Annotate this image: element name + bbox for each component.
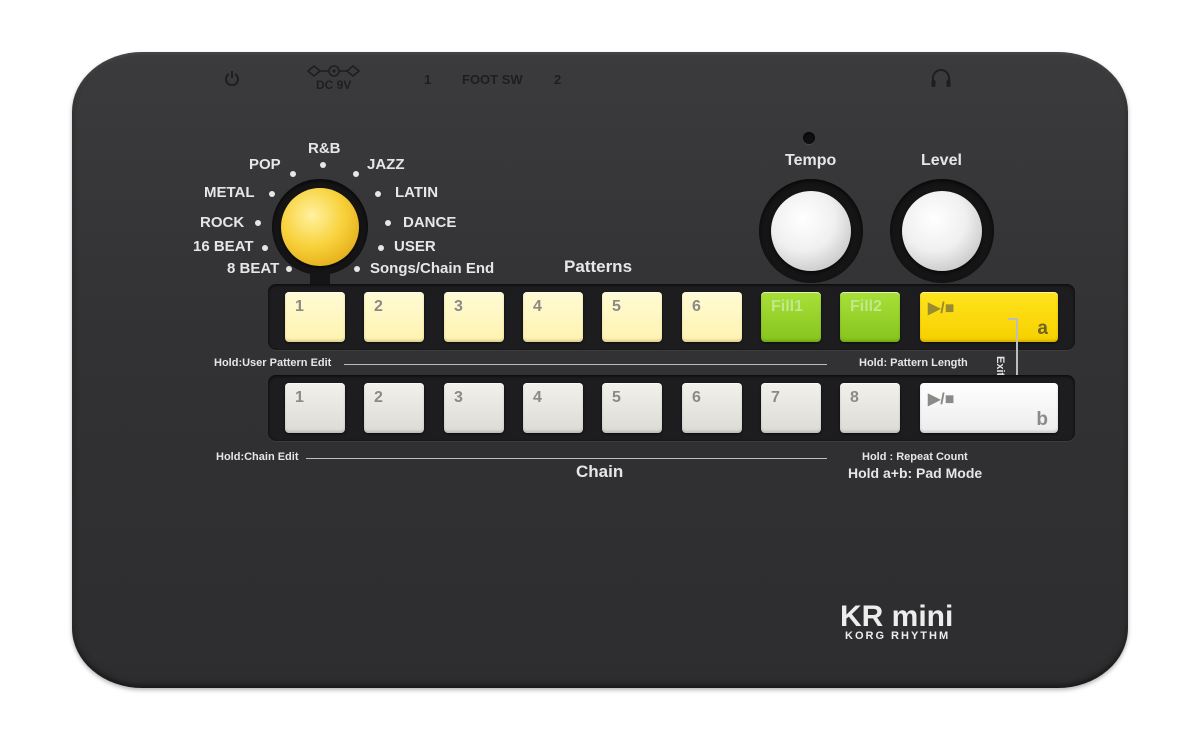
genre-metal-label: METAL bbox=[204, 184, 255, 201]
hold-user-pattern-edit: Hold:User Pattern Edit bbox=[214, 357, 332, 369]
patterns-hint-line bbox=[344, 364, 827, 365]
play-stop-a-button[interactable]: ▶/■ a bbox=[920, 292, 1058, 342]
pad-number: 6 bbox=[692, 389, 701, 406]
genre-selector-knob[interactable] bbox=[281, 188, 359, 266]
chain-row: 1 2 3 4 5 6 7 8 ▶/■ b bbox=[268, 375, 1075, 441]
power-icon bbox=[224, 70, 240, 87]
genre-8beat-label: 8 BEAT bbox=[227, 260, 280, 277]
genre-jazz-label: JAZZ bbox=[367, 156, 405, 173]
pad-letter-a: a bbox=[1037, 318, 1048, 339]
hold-pattern-length: Hold: Pattern Length bbox=[859, 357, 968, 369]
patterns-row: 1 2 3 4 5 6 Fill1 Fill2 ▶/■ a bbox=[268, 284, 1075, 350]
kr-mini-device: DC 9V 1 FOOT SW 2 R&B POP JAZZ METAL LAT… bbox=[72, 52, 1128, 688]
genre-metal-led bbox=[269, 191, 275, 197]
foot-sw-label: FOOT SW bbox=[462, 72, 523, 87]
dc-label: DC 9V bbox=[316, 78, 352, 92]
chain-pad-3[interactable]: 3 bbox=[444, 383, 504, 433]
foot-sw-2-label: 2 bbox=[554, 72, 562, 87]
kr-mini-logo: KR mini bbox=[840, 600, 954, 633]
genre-dance-label: DANCE bbox=[403, 214, 457, 231]
genre-jazz-led bbox=[353, 171, 359, 177]
chain-hint-line bbox=[306, 458, 827, 459]
exit-label: Exit bbox=[994, 356, 1006, 377]
headphone-icon bbox=[930, 68, 952, 88]
korg-rhythm-logo: KORG RHYTHM bbox=[845, 630, 951, 642]
pad-number: 7 bbox=[771, 389, 780, 406]
chain-pad-5[interactable]: 5 bbox=[602, 383, 662, 433]
hold-chain-edit: Hold:Chain Edit bbox=[216, 451, 299, 463]
genre-songs-label: Songs/Chain End bbox=[370, 260, 495, 277]
chain-pad-4[interactable]: 4 bbox=[523, 383, 583, 433]
pad-number: 3 bbox=[454, 389, 463, 406]
pad-number: 2 bbox=[374, 389, 383, 406]
level-knob[interactable] bbox=[902, 191, 982, 271]
genre-8beat-led bbox=[286, 266, 292, 272]
chain-pad-8[interactable]: 8 bbox=[840, 383, 900, 433]
pad-number: 8 bbox=[850, 389, 859, 406]
genre-latin-led bbox=[375, 191, 381, 197]
fill2-pad[interactable]: Fill2 bbox=[840, 292, 900, 342]
genre-dance-led bbox=[385, 220, 391, 226]
pad-number: 3 bbox=[454, 298, 463, 315]
pad-number: 4 bbox=[533, 389, 542, 406]
chain-pad-6[interactable]: 6 bbox=[682, 383, 742, 433]
genre-rb-label: R&B bbox=[308, 140, 341, 157]
pad-number: 2 bbox=[374, 298, 383, 315]
pad-label: Fill2 bbox=[850, 298, 883, 315]
genre-pop-label: POP bbox=[249, 156, 281, 173]
play-stop-b-button[interactable]: ▶/■ b bbox=[920, 383, 1058, 433]
tempo-led bbox=[803, 132, 815, 144]
play-stop-icon: ▶/■ bbox=[928, 391, 955, 408]
genre-pop-led bbox=[290, 171, 296, 177]
pad-label: Fill1 bbox=[771, 298, 804, 315]
pad-letter-b: b bbox=[1036, 409, 1048, 430]
dc-polarity-icon bbox=[306, 64, 362, 78]
genre-user-label: USER bbox=[394, 238, 436, 255]
chain-title: Chain bbox=[576, 462, 624, 481]
tempo-label: Tempo bbox=[785, 152, 837, 169]
chain-pad-2[interactable]: 2 bbox=[364, 383, 424, 433]
pad-number: 1 bbox=[295, 298, 304, 315]
chain-pad-1[interactable]: 1 bbox=[285, 383, 345, 433]
pad-number: 6 bbox=[692, 298, 701, 315]
pattern-pad-2[interactable]: 2 bbox=[364, 292, 424, 342]
genre-latin-label: LATIN bbox=[395, 184, 439, 201]
genre-rb-led bbox=[320, 162, 326, 168]
fill1-pad[interactable]: Fill1 bbox=[761, 292, 821, 342]
pattern-pad-5[interactable]: 5 bbox=[602, 292, 662, 342]
genre-user-led bbox=[378, 245, 384, 251]
hold-ab-pad-mode: Hold a+b: Pad Mode bbox=[848, 465, 983, 481]
pad-number: 5 bbox=[612, 298, 621, 315]
foot-sw-1-label: 1 bbox=[424, 72, 432, 87]
pattern-pad-4[interactable]: 4 bbox=[523, 292, 583, 342]
genre-rock-label: ROCK bbox=[200, 214, 245, 231]
pad-number: 1 bbox=[295, 389, 304, 406]
genre-songs-led bbox=[354, 266, 360, 272]
pad-number: 4 bbox=[533, 298, 542, 315]
pattern-pad-6[interactable]: 6 bbox=[682, 292, 742, 342]
pattern-pad-3[interactable]: 3 bbox=[444, 292, 504, 342]
tempo-knob[interactable] bbox=[771, 191, 851, 271]
hold-repeat-count: Hold : Repeat Count bbox=[862, 451, 968, 463]
pattern-pad-1[interactable]: 1 bbox=[285, 292, 345, 342]
chain-pad-7[interactable]: 7 bbox=[761, 383, 821, 433]
level-label: Level bbox=[921, 152, 962, 169]
genre-rock-led bbox=[255, 220, 261, 226]
play-stop-icon: ▶/■ bbox=[928, 300, 955, 317]
genre-16beat-led bbox=[262, 245, 268, 251]
pad-number: 5 bbox=[612, 389, 621, 406]
patterns-title: Patterns bbox=[564, 257, 633, 276]
genre-16beat-label: 16 BEAT bbox=[193, 238, 254, 255]
